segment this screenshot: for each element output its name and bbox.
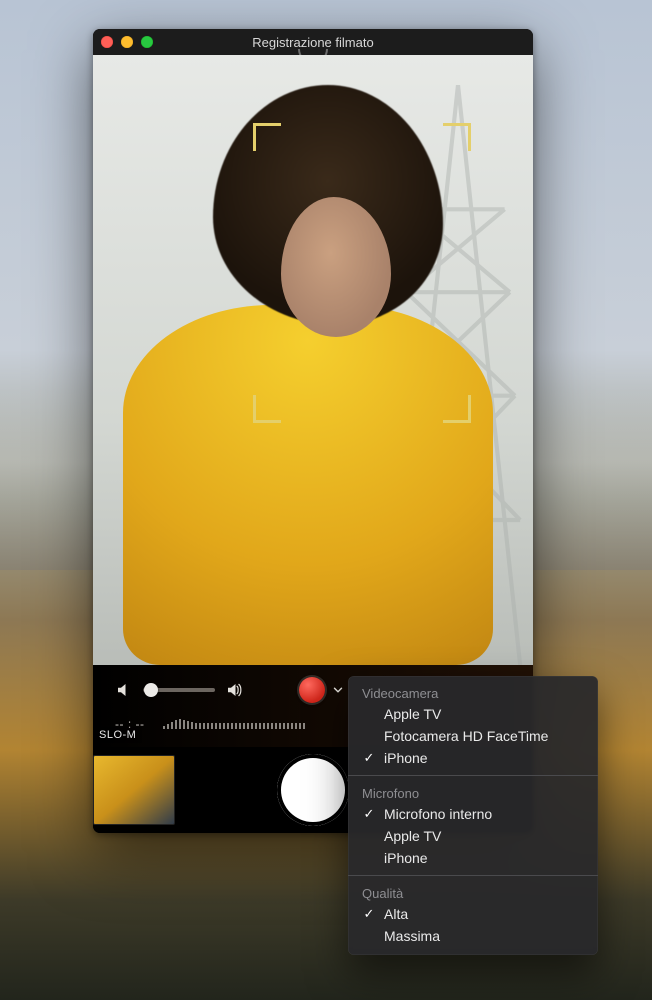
speaker-high-icon — [225, 681, 243, 699]
record-button[interactable] — [299, 677, 325, 703]
window-controls — [101, 36, 153, 48]
menu-item-mic-internal[interactable]: ✓ Microfono interno — [348, 803, 598, 825]
record-options-chevron-icon[interactable] — [331, 683, 345, 697]
menu-heading-quality: Qualità — [348, 882, 598, 903]
menu-item-label: Alta — [384, 906, 408, 922]
volume-control — [115, 681, 243, 699]
menu-item-quality-high[interactable]: ✓ Alta — [348, 903, 598, 925]
menu-item-label: iPhone — [384, 850, 428, 866]
speaker-low-icon — [115, 681, 133, 699]
zoom-button[interactable] — [141, 36, 153, 48]
menu-item-camera-appletv[interactable]: Apple TV — [348, 703, 598, 725]
close-button[interactable] — [101, 36, 113, 48]
menu-item-mic-appletv[interactable]: Apple TV — [348, 825, 598, 847]
subject-jacket — [123, 305, 493, 665]
minimize-button[interactable] — [121, 36, 133, 48]
menu-item-label: Apple TV — [384, 828, 441, 844]
device-shutter-button[interactable] — [277, 754, 349, 826]
menu-heading-camera: Videocamera — [348, 682, 598, 703]
menu-item-label: Fotocamera HD FaceTime — [384, 728, 548, 744]
focus-bracket-icon — [443, 123, 471, 151]
menu-item-camera-iphone[interactable]: ✓ iPhone — [348, 747, 598, 769]
menu-item-label: Apple TV — [384, 706, 441, 722]
menu-item-mic-iphone[interactable]: iPhone — [348, 847, 598, 869]
volume-slider[interactable] — [143, 688, 215, 692]
menu-item-label: Massima — [384, 928, 440, 944]
capture-mode-badge: SLO-M — [93, 727, 142, 743]
titlebar: Registrazione filmato — [93, 29, 533, 55]
menu-heading-microphone: Microfono — [348, 782, 598, 803]
focus-bracket-icon — [253, 123, 281, 151]
device-thumbnail[interactable] — [93, 755, 175, 825]
camera-preview — [93, 55, 533, 665]
audio-level-meter — [163, 719, 305, 729]
focus-bracket-icon — [443, 395, 471, 423]
menu-item-label: iPhone — [384, 750, 428, 766]
focus-bracket-icon — [253, 395, 281, 423]
menu-item-label: Microfono interno — [384, 806, 492, 822]
volume-slider-thumb[interactable] — [144, 683, 158, 697]
record-options-menu: Videocamera Apple TV Fotocamera HD FaceT… — [348, 676, 598, 955]
menu-item-quality-max[interactable]: Massima — [348, 925, 598, 947]
menu-item-camera-facetime[interactable]: Fotocamera HD FaceTime — [348, 725, 598, 747]
